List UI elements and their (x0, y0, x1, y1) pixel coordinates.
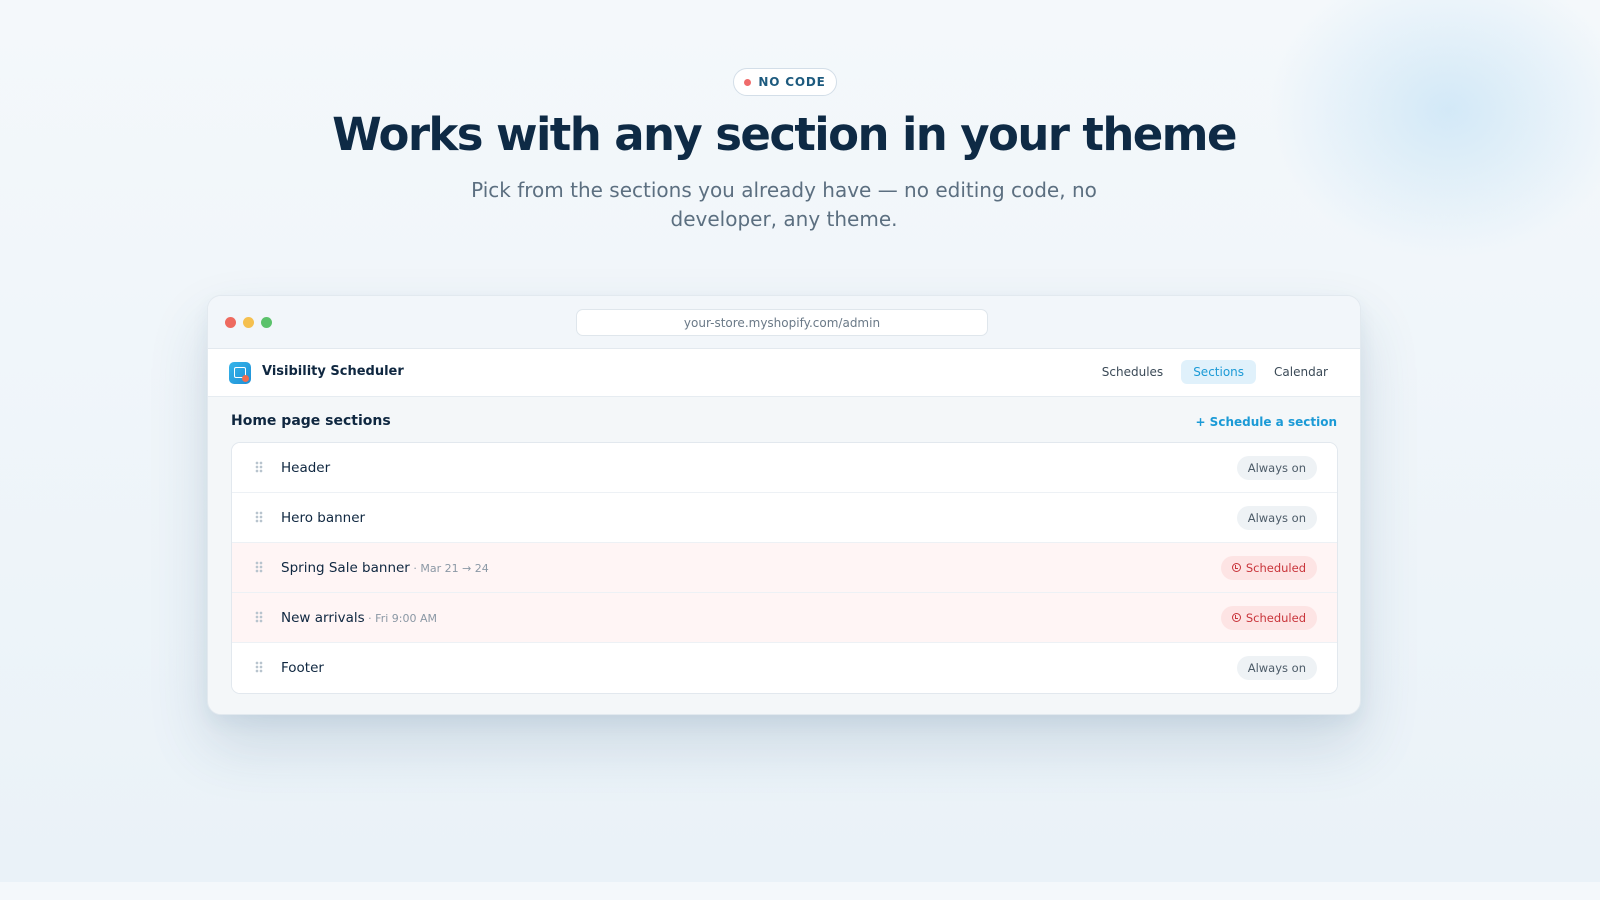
tab-calendar[interactable]: Calendar (1262, 360, 1340, 384)
app-name: Visibility Scheduler (262, 364, 404, 379)
schedule-section-link[interactable]: + Schedule a section (1195, 415, 1337, 429)
schedule-time-note: · Mar 21 → 24 (409, 561, 489, 575)
maximize-window-button[interactable] (261, 317, 272, 328)
section-name: Spring Sale banner · Mar 21 → 24 (281, 559, 489, 576)
section-row-hero-banner[interactable]: Hero banner Always on (232, 493, 1337, 543)
drag-handle-icon[interactable] (255, 561, 263, 573)
clock-icon (1231, 613, 1241, 622)
tab-sections[interactable]: Sections (1181, 360, 1257, 384)
clock-icon (1231, 563, 1241, 572)
schedule-time-note: · Fri 9:00 AM (364, 611, 437, 625)
status-dot-icon (744, 78, 752, 86)
window-controls (225, 317, 272, 328)
browser-titlebar: your-store.myshopify.com/admin (208, 296, 1360, 349)
section-list-title: Home page sections (231, 413, 391, 429)
section-row-footer[interactable]: Footer Always on (232, 643, 1337, 693)
tab-schedules[interactable]: Schedules (1090, 360, 1175, 384)
section-row-new-arrivals[interactable]: New arrivals · Fri 9:00 AM Scheduled (232, 593, 1337, 643)
drag-handle-icon[interactable] (255, 661, 263, 673)
app-logo-icon (229, 362, 251, 384)
drag-handle-icon[interactable] (255, 461, 263, 473)
status-badge: Scheduled (1220, 555, 1317, 580)
page-headline: Works with any section in your theme (332, 108, 1237, 161)
browser-window: your-store.myshopify.com/admin Visibilit… (207, 295, 1361, 715)
status-badge: Always on (1236, 656, 1317, 680)
badge-label: NO CODE (758, 75, 826, 89)
app-header: Visibility Scheduler Schedules Sections … (208, 349, 1360, 397)
no-code-badge: NO CODE (733, 68, 837, 96)
drag-handle-icon[interactable] (255, 511, 263, 523)
status-badge: Scheduled (1220, 605, 1317, 630)
section-row-header[interactable]: Header Always on (232, 443, 1337, 493)
drag-handle-icon[interactable] (255, 611, 263, 623)
close-window-button[interactable] (225, 317, 236, 328)
status-badge: Always on (1236, 505, 1317, 530)
section-name: Header (281, 459, 331, 476)
minimize-window-button[interactable] (243, 317, 254, 328)
section-name: Hero banner (281, 509, 366, 526)
section-name: Footer (281, 660, 324, 676)
section-list: Header Always on Hero banner Always on S… (231, 442, 1338, 694)
page-subheadline: Pick from the sections you already have … (471, 178, 1097, 231)
status-badge: Always on (1236, 455, 1317, 480)
app-nav: Schedules Sections Calendar (1090, 360, 1340, 384)
address-bar[interactable]: your-store.myshopify.com/admin (576, 309, 988, 336)
section-row-spring-sale-banner[interactable]: Spring Sale banner · Mar 21 → 24 Schedul… (232, 543, 1337, 593)
section-name: New arrivals · Fri 9:00 AM (281, 609, 437, 626)
